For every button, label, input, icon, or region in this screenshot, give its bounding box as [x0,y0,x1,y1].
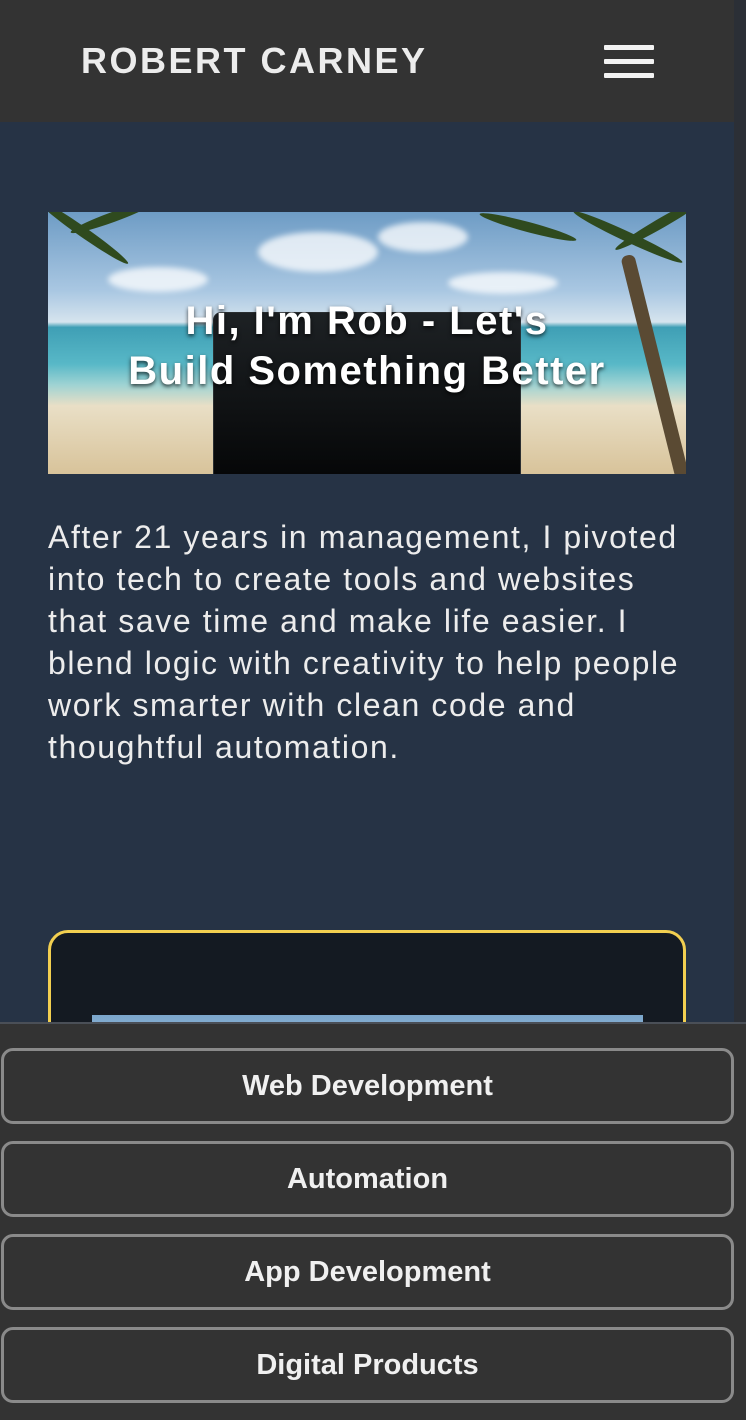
hamburger-menu-icon[interactable] [598,42,660,82]
page: ROBERT CARNEY Hi, I'm Rob - Let's Build … [0,0,746,1420]
menu-bar [604,59,654,64]
hero-title-line: Hi, I'm Rob - Let's [185,299,549,343]
nav-button-automation[interactable]: Automation [1,1141,734,1217]
nav-button-app-development[interactable]: App Development [1,1234,734,1310]
hero-title-line: Build Something Better [128,349,606,393]
nav-button-web-development[interactable]: Web Development [1,1048,734,1124]
intro-paragraph: After 21 years in management, I pivoted … [48,519,680,765]
bottom-nav: Web Development Automation App Developme… [0,1022,746,1420]
cloud [258,232,378,272]
hero-title: Hi, I'm Rob - Let's Build Something Bett… [48,296,686,396]
menu-bar [604,45,654,50]
cloud [378,222,468,252]
hero-banner: Hi, I'm Rob - Let's Build Something Bett… [48,212,686,474]
cloud [448,272,558,294]
nav-button-digital-products[interactable]: Digital Products [1,1327,734,1403]
scrollbar-track[interactable] [734,0,746,1024]
menu-bar [604,73,654,78]
palm-frond [478,212,578,245]
site-brand[interactable]: ROBERT CARNEY [81,40,428,82]
site-header: ROBERT CARNEY [0,0,734,122]
cloud [108,267,208,292]
